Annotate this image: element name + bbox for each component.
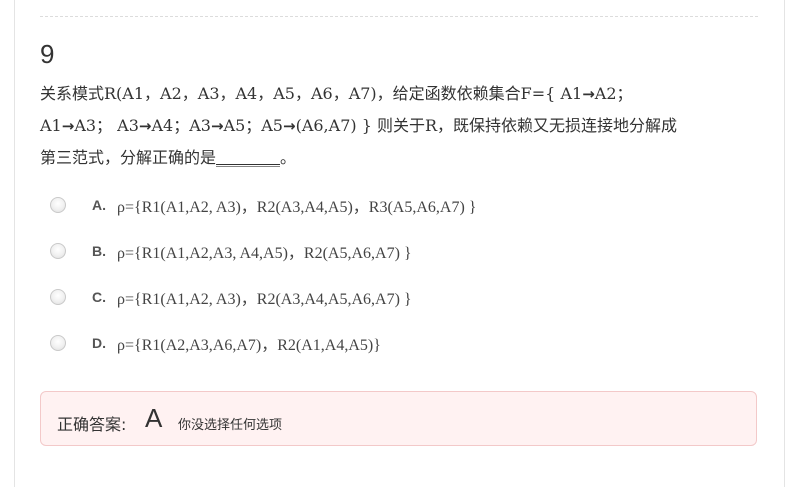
answer-note: 你没选择任何选项 bbox=[178, 418, 283, 433]
option-letter: B. bbox=[92, 243, 106, 259]
option-d[interactable]: D. ρ={R1(A2,A3,A6,A7)，R2(A1,A4,A5)} bbox=[40, 328, 740, 358]
option-letter: D. bbox=[92, 335, 106, 351]
arrow-icon: → bbox=[283, 117, 296, 135]
stem-line-2: A1→A3； A3→A4；A3→A5；A5→(A6,A7) } 则关于R，既保持… bbox=[40, 116, 678, 135]
arrow-icon: → bbox=[138, 117, 152, 135]
question-number: 9 bbox=[40, 39, 55, 69]
arrow-icon: → bbox=[61, 117, 75, 135]
option-c[interactable]: C. ρ={R1(A1,A2, A3)，R2(A3,A4,A5,A6,A7) } bbox=[40, 282, 740, 312]
divider bbox=[40, 16, 758, 17]
right-border bbox=[784, 0, 785, 487]
radio-button[interactable] bbox=[50, 197, 66, 213]
left-border bbox=[14, 0, 15, 487]
option-letter: C. bbox=[92, 289, 106, 305]
answer-blank: ________ bbox=[216, 148, 281, 167]
radio-button[interactable] bbox=[50, 289, 66, 305]
arrow-icon: → bbox=[210, 117, 224, 135]
option-text: ρ={R1(A1,A2,A3, A4,A5)，R2(A5,A6,A7) } bbox=[117, 245, 412, 262]
radio-button[interactable] bbox=[50, 243, 66, 259]
stem-line-3: 第三范式，分解正确的是________。 bbox=[40, 148, 297, 167]
arrow-icon: → bbox=[582, 85, 595, 103]
option-letter: A. bbox=[92, 197, 106, 213]
answer-value: A bbox=[145, 403, 163, 433]
radio-button[interactable] bbox=[50, 335, 66, 351]
option-a[interactable]: A. ρ={R1(A1,A2, A3)，R2(A3,A4,A5)，R3(A5,A… bbox=[40, 190, 740, 220]
option-b[interactable]: B. ρ={R1(A1,A2,A3, A4,A5)，R2(A5,A6,A7) } bbox=[40, 236, 740, 266]
option-text: ρ={R1(A2,A3,A6,A7)，R2(A1,A4,A5)} bbox=[117, 337, 381, 354]
option-text: ρ={R1(A1,A2, A3)，R2(A3,A4,A5,A6,A7) } bbox=[117, 291, 412, 308]
answer-label: 正确答案: bbox=[57, 415, 127, 434]
question-stem: 关系模式R(A1，A2，A3，A4，A5，A6，A7)，给定函数依赖集合F={ … bbox=[40, 78, 752, 173]
stem-line-1: 关系模式R(A1，A2，A3，A4，A5，A6，A7)，给定函数依赖集合F={ … bbox=[40, 84, 633, 103]
answer-panel: 正确答案: A 你没选择任何选项 bbox=[40, 391, 757, 446]
option-text: ρ={R1(A1,A2, A3)，R2(A3,A4,A5)，R3(A5,A6,A… bbox=[117, 199, 477, 216]
